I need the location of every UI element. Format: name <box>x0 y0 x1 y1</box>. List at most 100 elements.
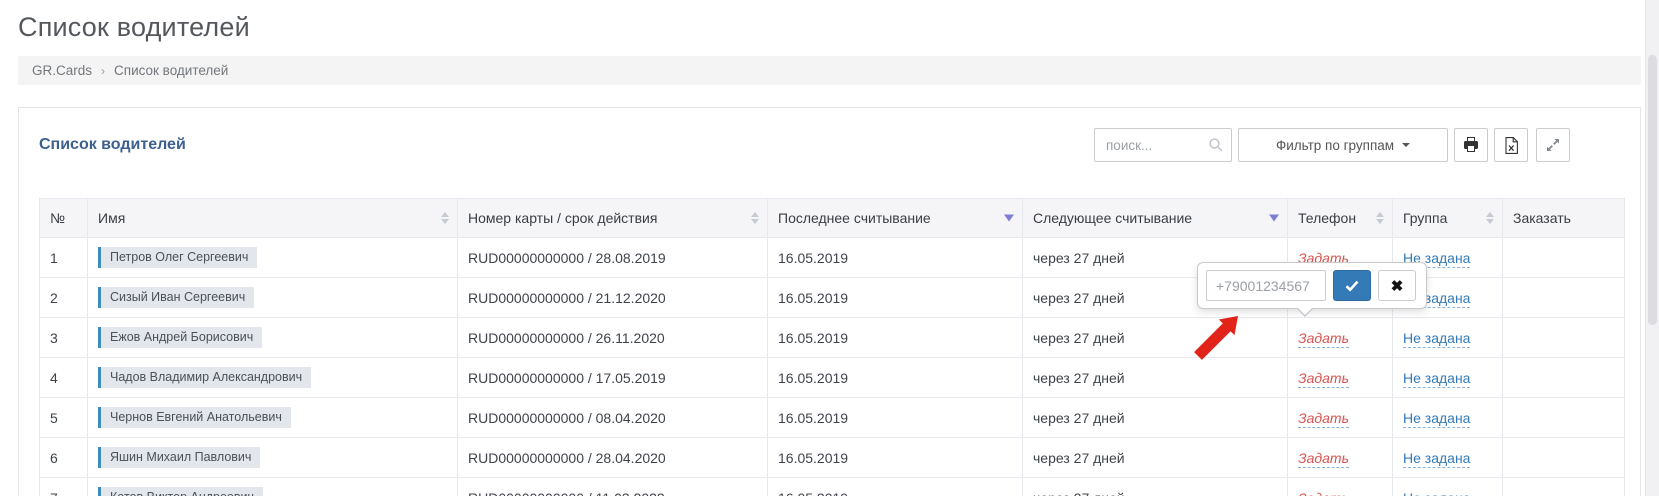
excel-export-button[interactable] <box>1494 128 1528 162</box>
cell-order <box>1502 477 1625 496</box>
sort-icon <box>751 212 759 224</box>
column-header-label: № <box>50 210 66 226</box>
column-header-label: Заказать <box>1513 210 1571 226</box>
driver-name-badge: Яшин Михаил Павлович <box>98 447 261 468</box>
expand-button[interactable] <box>1536 128 1570 162</box>
phone-editor-popover: ✖ <box>1197 262 1427 317</box>
cell-name: Чадов Владимир Александрович <box>87 357 458 398</box>
scrollbar-track[interactable] <box>1645 0 1659 496</box>
breadcrumb-link-root[interactable]: GR.Cards <box>32 63 92 78</box>
cell-name: Котов Виктор Андреевич <box>87 477 458 496</box>
phone-input[interactable] <box>1206 270 1326 301</box>
group-set-link[interactable]: Не задана <box>1403 369 1471 388</box>
cell-group: Не задана <box>1392 317 1503 358</box>
sort-icon <box>1269 214 1279 222</box>
cell-last-read: 16.05.2019 <box>767 477 1023 496</box>
x-icon: ✖ <box>1390 277 1404 295</box>
cell-group: Не задана <box>1392 357 1503 398</box>
page: Список водителей GR.Cards › Список водит… <box>0 0 1659 496</box>
cell-card: RUD00000000000 / 21.12.2020 <box>457 277 768 318</box>
filter-by-groups-button[interactable]: Фильтр по группам <box>1238 128 1448 162</box>
cell-card: RUD00000000000 / 28.04.2020 <box>457 437 768 478</box>
phone-set-link[interactable]: Задать <box>1298 369 1349 388</box>
group-set-link[interactable]: Не задана <box>1403 449 1471 468</box>
column-header-0: № <box>39 198 88 238</box>
caret-down-icon <box>1402 143 1411 147</box>
cell-order <box>1502 397 1625 438</box>
cell-name: Сизый Иван Сергеевич <box>87 277 458 318</box>
cell-card: RUD00000000000 / 28.08.2019 <box>457 237 768 278</box>
cell-last-read: 16.05.2019 <box>767 397 1023 438</box>
panel-title: Список водителей <box>39 136 186 153</box>
cell-order <box>1502 357 1625 398</box>
page-title: Список водителей <box>18 12 250 42</box>
excel-export-icon <box>1504 136 1518 154</box>
cell-card: RUD00000000000 / 17.05.2019 <box>457 357 768 398</box>
sort-icon <box>1486 212 1494 224</box>
cell-last-read: 16.05.2019 <box>767 437 1023 478</box>
column-header-3[interactable]: Последнее считывание <box>767 198 1023 238</box>
column-header-2[interactable]: Номер карты / срок действия <box>457 198 768 238</box>
phone-set-link[interactable]: Задать <box>1298 449 1349 468</box>
print-button[interactable] <box>1454 128 1488 162</box>
column-header-label: Следующее считывание <box>1033 210 1193 226</box>
cell-last-read: 16.05.2019 <box>767 317 1023 358</box>
panel-controls: Фильтр по группам <box>1094 128 1570 162</box>
column-header-6[interactable]: Группа <box>1392 198 1503 238</box>
printer-icon <box>1464 137 1478 152</box>
cell-next-read: через 27 дней <box>1022 437 1288 478</box>
panel-header: Список водителей Фильтр по группам <box>19 108 1640 174</box>
cell-card: RUD00000000000 / 26.11.2020 <box>457 317 768 358</box>
cell-order <box>1502 237 1625 278</box>
group-set-link[interactable]: Не задана <box>1403 329 1471 348</box>
drivers-table: № Имя Номер карты / срок действия Послед… <box>39 198 1625 496</box>
phone-set-link[interactable]: Задать <box>1298 329 1349 348</box>
table-row: 6 Яшин Михаил Павлович RUD00000000000 / … <box>39 437 1625 478</box>
phone-set-link[interactable]: Задать <box>1298 409 1349 428</box>
magnifier-icon <box>1209 138 1223 152</box>
sort-icon <box>1004 214 1014 222</box>
cell-next-read: через 27 дней <box>1022 477 1288 496</box>
breadcrumb-separator: › <box>101 63 106 78</box>
cell-card: RUD00000000000 / 08.04.2020 <box>457 397 768 438</box>
cell-phone: Задать <box>1287 397 1393 438</box>
cell-card: RUD00000000000 / 11.03.2022 <box>457 477 768 496</box>
sort-icon <box>441 212 449 224</box>
column-header-1[interactable]: Имя <box>87 198 458 238</box>
cell-order <box>1502 277 1625 318</box>
scrollbar-thumb[interactable] <box>1648 55 1657 325</box>
cell-number: 4 <box>39 357 88 398</box>
cell-group: Не задана <box>1392 437 1503 478</box>
column-header-4[interactable]: Следующее считывание <box>1022 198 1288 238</box>
driver-name-badge: Ежов Андрей Борисович <box>98 327 263 348</box>
cell-number: 7 <box>39 477 88 496</box>
cancel-button[interactable]: ✖ <box>1378 270 1416 301</box>
cell-number: 5 <box>39 397 88 438</box>
column-header-5[interactable]: Телефон <box>1287 198 1393 238</box>
cell-name: Петров Олег Сергеевич <box>87 237 458 278</box>
driver-name-badge: Сизый Иван Сергеевич <box>98 287 255 308</box>
driver-name-badge: Чернов Евгений Анатольевич <box>98 407 291 428</box>
cell-order <box>1502 437 1625 478</box>
driver-name-badge: Котов Виктор Андреевич <box>98 487 264 496</box>
column-header-label: Имя <box>98 210 126 226</box>
cell-order <box>1502 317 1625 358</box>
group-set-link[interactable]: Не задана <box>1403 409 1471 428</box>
cell-next-read: через 27 дней <box>1022 397 1288 438</box>
cell-phone: Задать <box>1287 477 1393 496</box>
table-row: 7 Котов Виктор Андреевич RUD00000000000 … <box>39 477 1625 496</box>
phone-set-link[interactable]: Задать <box>1298 489 1349 496</box>
confirm-button[interactable] <box>1333 270 1371 301</box>
expand-icon <box>1547 139 1559 151</box>
cell-group: Не задана <box>1392 397 1503 438</box>
table-row: 4 Чадов Владимир Александрович RUD000000… <box>39 357 1625 398</box>
sort-icon <box>1376 212 1384 224</box>
cell-name: Ежов Андрей Борисович <box>87 317 458 358</box>
cell-number: 3 <box>39 317 88 358</box>
group-set-link[interactable]: Не задана <box>1403 489 1471 496</box>
cell-name: Яшин Михаил Павлович <box>87 437 458 478</box>
column-header-label: Номер карты / срок действия <box>468 210 658 226</box>
cell-number: 6 <box>39 437 88 478</box>
cell-last-read: 16.05.2019 <box>767 357 1023 398</box>
column-header-label: Группа <box>1403 210 1448 226</box>
